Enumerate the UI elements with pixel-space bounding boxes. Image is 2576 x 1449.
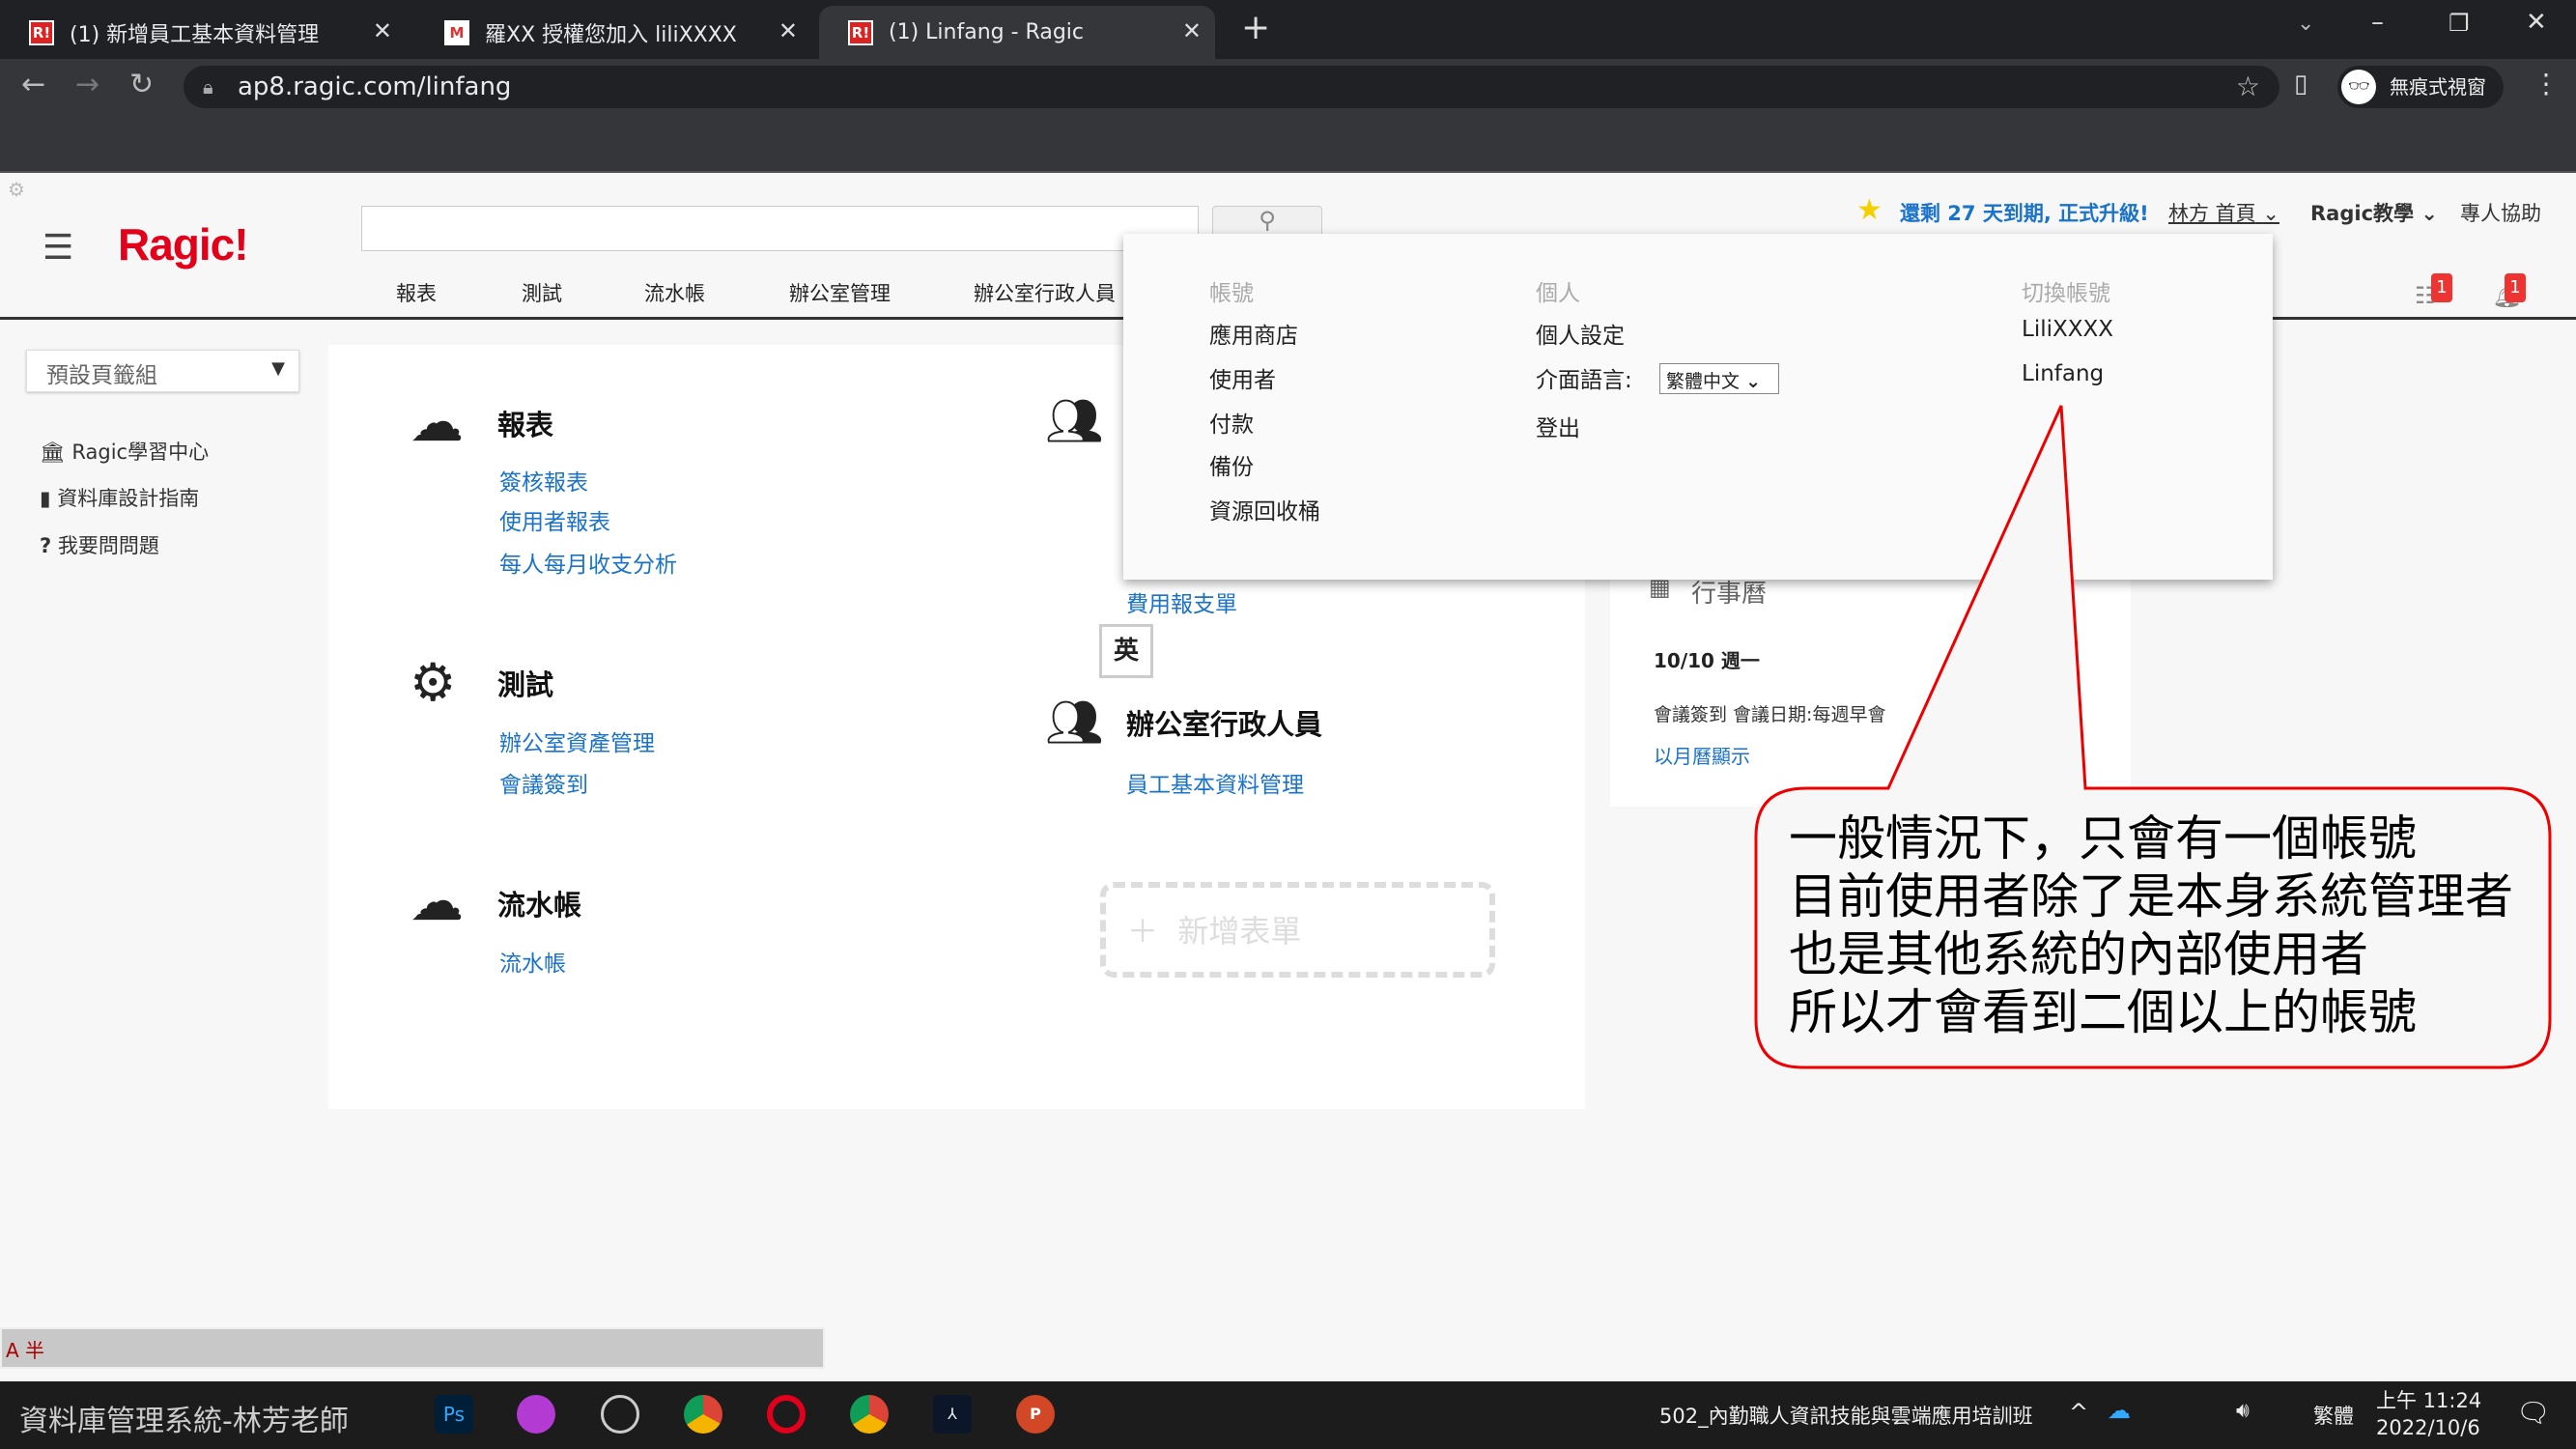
callout-line: 所以才會看到二個以上的帳號	[1789, 984, 2417, 1040]
callout-line: 也是其他系統的內部使用者	[1789, 926, 2368, 982]
callout-bubble	[1754, 405, 2552, 1069]
callout-text: 一般情況下，只會有一個帳號 目前使用者除了是本身系統管理者 也是其他系統的內部使用者…	[1789, 810, 2513, 1041]
callout-line: 目前使用者除了是本身系統管理者	[1789, 868, 2513, 924]
callout-line: 一般情況下，只會有一個帳號	[1789, 810, 2417, 867]
